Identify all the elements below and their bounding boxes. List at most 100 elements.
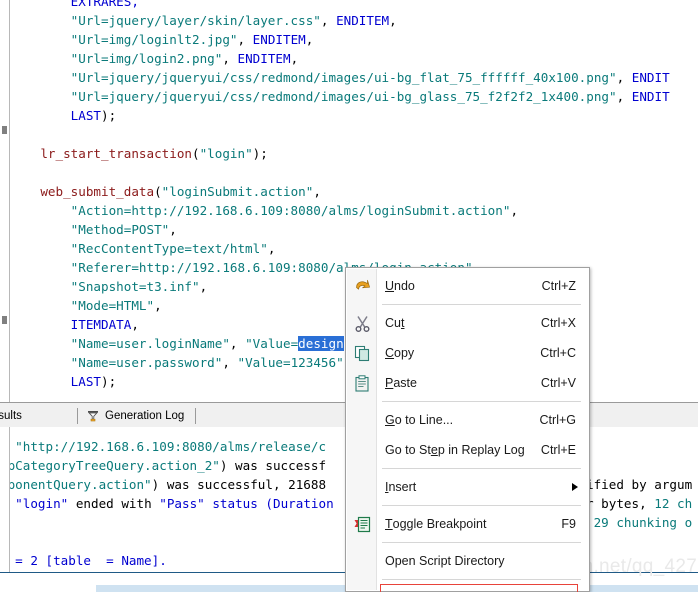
tab-generation-log[interactable]: Generation Log [78,405,196,427]
code-token: , [237,32,253,47]
code-line[interactable] [10,391,18,402]
log-line: mponentQuery.action") was successful, 21… [10,475,326,494]
context-menu-item-cut[interactable]: Cu t Ctrl+X [347,308,588,338]
code-token: LAST [70,108,102,123]
context-menu-separator [382,579,581,580]
log-token: 29 chunking o [593,515,693,530]
cut-icon [351,313,373,333]
log-line-right: 29 chunking o [586,513,693,532]
code-line[interactable] [10,125,18,144]
code-line[interactable]: "Url=jquery/layer/skin/layer.css", ENDIT… [10,11,397,30]
tab-label: n Results [0,410,22,422]
code-line[interactable]: "RecContentType=text/html", [10,239,276,258]
code-token: "Mode=HTML" [70,298,155,313]
editor-fold-gutter[interactable] [0,0,10,402]
breakpoint-icon [351,514,373,534]
code-token: EXTRARES, [70,0,139,9]
code-token: lr_start_transaction [40,146,192,161]
context-menu-item-copy[interactable]: Copy Ctrl+C [347,338,588,368]
context-menu-item-label: Go to Line... [385,413,454,427]
code-line[interactable]: LAST); [10,372,117,391]
undo-icon [351,276,373,296]
code-line[interactable]: lr_start_transaction("login"); [10,144,268,163]
log-token: ified by argum [586,477,693,492]
log-token: ) was successf [219,458,327,473]
code-token: , [267,241,276,256]
context-menu-item-label: Undo [385,279,415,293]
context-menu-item-go-to-step-in-replay-log[interactable]: Go to St e p in Replay Log Ctrl+E [347,435,588,465]
code-token: ENDITEM [237,51,291,66]
log-fold-gutter [0,427,10,572]
code-token: ( [154,184,162,199]
code-line[interactable]: "Url=img/login2.png", ENDITEM, [10,49,299,68]
code-line[interactable]: web_submit_data("loginSubmit.action", [10,182,321,201]
context-menu-item-label: Cu t [385,316,405,330]
code-token: "Snapshot=t3.inf" [70,279,200,294]
code-line[interactable]: "Url=jquery/jqueryui/css/redmond/images/… [10,87,670,106]
context-menu-item-paste[interactable]: Paste Ctrl+V [347,368,588,398]
context-menu-item-go-to-line[interactable]: Go to Line... Ctrl+G [347,405,588,435]
code-line[interactable]: ITEMDATA, [10,315,139,334]
code-line[interactable]: LAST); [10,106,117,125]
log-line: e "http://192.168.6.109:8080/alms/releas… [10,437,326,456]
context-menu-item-toggle-breakpoint[interactable]: Toggle Breakpoint F9 [347,509,588,539]
fold-marker[interactable] [2,126,7,134]
code-line[interactable] [10,163,18,182]
tab-label: Generation Log [105,410,185,422]
context-menu-item-shortcut: Ctrl+C [540,346,576,360]
code-token: "login" [199,146,253,161]
code-token: web_submit_data [40,184,155,199]
context-menu-item-undo[interactable]: Undo Ctrl+Z [347,271,588,301]
tab-replication-results[interactable]: n Results [0,405,78,427]
code-line[interactable]: "Method=POST", [10,220,177,239]
code-line[interactable]: "Action=http://192.168.6.109:8080/alms/l… [10,201,518,220]
log-token: 21688 [288,477,327,492]
copy-icon [351,343,373,363]
code-token: "Url=img/login2.png" [70,51,223,66]
code-token: , [305,32,314,47]
code-token: , [389,13,397,28]
code-line[interactable]: "Url=jquery/jqueryui/css/redmond/images/… [10,68,670,87]
code-token: , [222,51,238,66]
context-menu-item-open-script-directory[interactable]: Open Script Directory [347,546,588,576]
code-line[interactable]: "Url=img/loginlt2.jpg", ENDITEM, [10,30,314,49]
context-menu-item-label: Go to St e p in Replay Log [385,443,525,457]
log-line: e = 2 [table = Name]. [10,551,167,570]
log-token: "login" [15,496,69,511]
context-menu-item-label: Open Script Directory [385,554,505,568]
code-token: , [510,203,519,218]
fold-marker[interactable] [2,316,7,324]
code-line[interactable]: EXTRARES, [10,0,139,11]
highlight-annotation [380,584,578,592]
context-menu-item-insert[interactable]: Insert [347,472,588,502]
code-token: "Url=img/loginlt2.jpg" [70,32,238,47]
selected-text[interactable]: design [298,336,344,351]
context-menu-separator [382,401,581,402]
log-token: ended with [68,496,160,511]
code-token: , [290,51,299,66]
code-line[interactable]: "Mode=HTML", [10,296,162,315]
code-token: "Name=user.loginName" [70,336,230,351]
funnel-icon [86,409,100,423]
log-token: ) was successful, [151,477,289,492]
editor-context-menu[interactable]: Undo Ctrl+Z Cu t Ctrl+X Copy Ctrl+C Paste Ctrl+V… [345,267,590,592]
code-line[interactable]: "Snapshot=t3.inf", [10,277,208,296]
code-token: "Action=http://192.168.6.109:8080/alms/l… [70,203,511,218]
code-token: , [320,13,337,28]
code-token: "Value=123456" [237,355,344,370]
context-menu-item-label: Toggle Breakpoint [385,517,487,531]
context-menu-item-label: Copy [385,346,415,360]
code-token: ITEMDATA [70,317,132,332]
code-token: , [154,298,162,313]
